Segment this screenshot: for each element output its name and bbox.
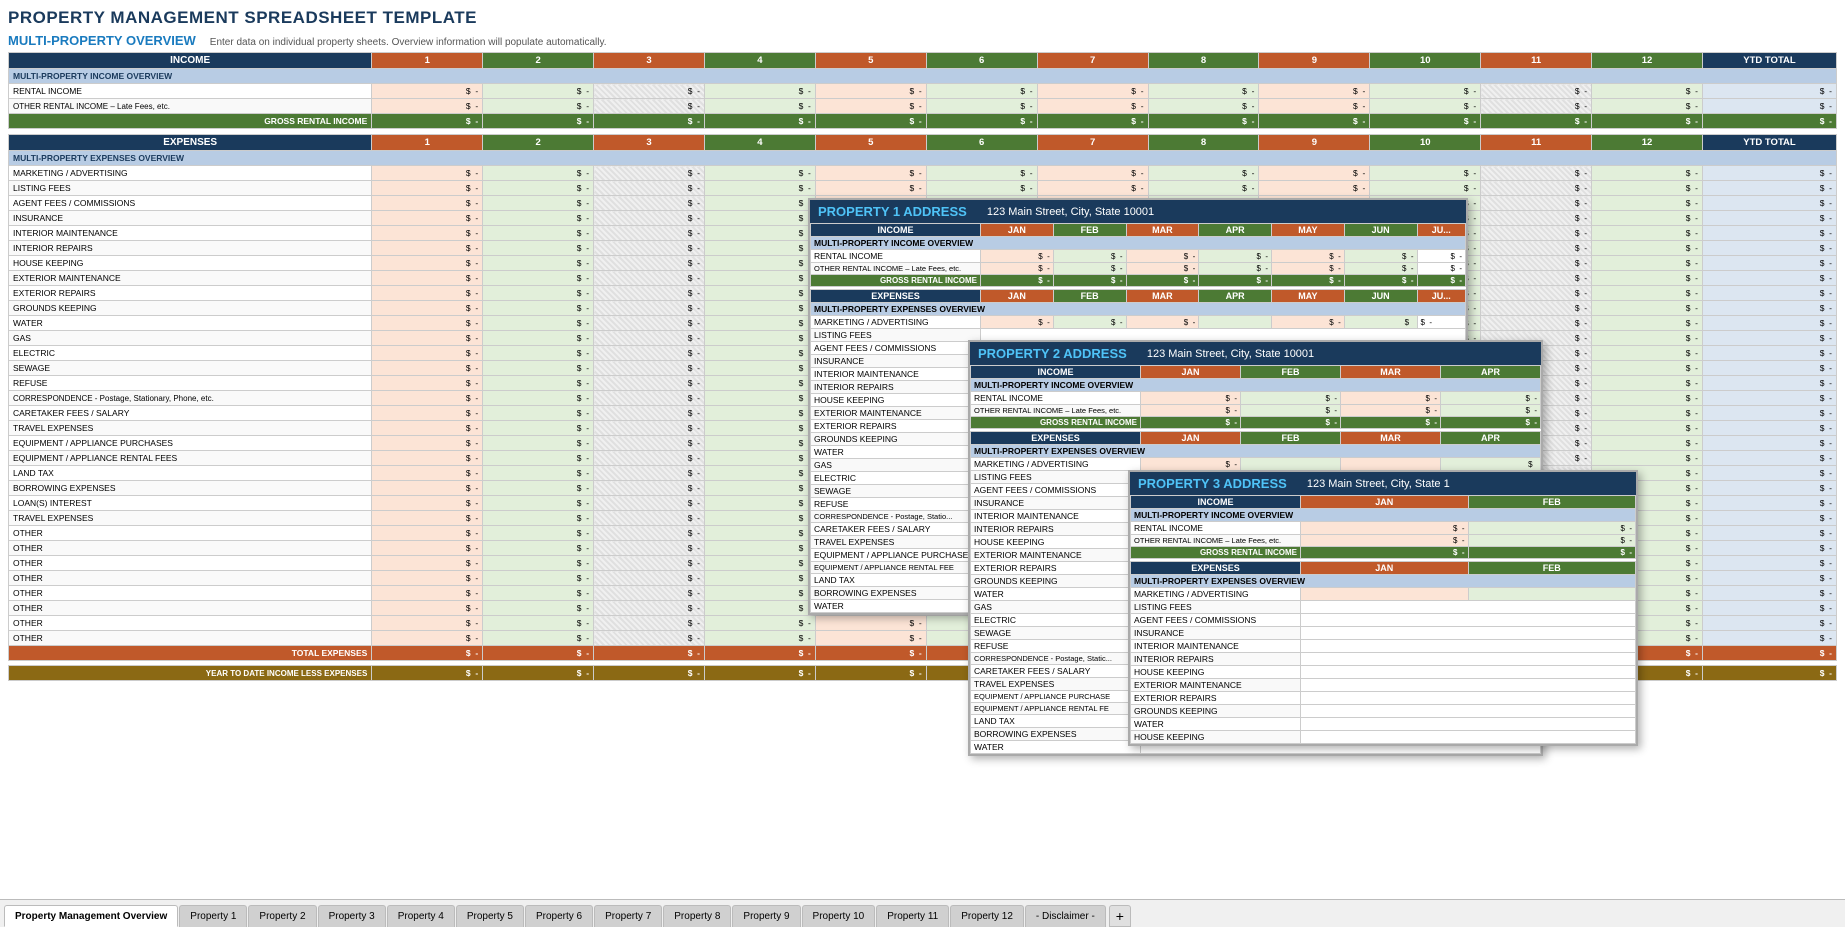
tab-property-1[interactable]: Property 1 (179, 905, 247, 927)
exp-row-1: MARKETING / ADVERTISING$ -$ -$ -$ -$ -$ … (9, 166, 1837, 181)
property1-address: 123 Main Street, City, State 10001 (987, 206, 1154, 218)
page-title: PROPERTY MANAGEMENT SPREADSHEET TEMPLATE (8, 8, 1837, 28)
property1-title: PROPERTY 1 ADDRESS (818, 204, 967, 219)
tab-bar: Property Management Overview Property 1 … (0, 899, 1845, 927)
col-7: 7 (1037, 53, 1148, 69)
expenses-section-row: MULTI-PROPERTY EXPENSES OVERVIEW (9, 151, 1837, 166)
tab-property-8[interactable]: Property 8 (663, 905, 731, 927)
tab-property-6[interactable]: Property 6 (525, 905, 593, 927)
tab-property-management-overview[interactable]: Property Management Overview (4, 905, 178, 927)
tab-property-5[interactable]: Property 5 (456, 905, 524, 927)
income-section-row: MULTI-PROPERTY INCOME OVERVIEW (9, 69, 1837, 84)
col-8: 8 (1148, 53, 1259, 69)
col-3: 3 (594, 53, 705, 69)
property2-header: PROPERTY 2 ADDRESS 123 Main Street, City… (970, 342, 1541, 365)
col-5: 5 (815, 53, 926, 69)
tab-property-3[interactable]: Property 3 (318, 905, 386, 927)
tab-property-9[interactable]: Property 9 (732, 905, 800, 927)
tab-property-7[interactable]: Property 7 (594, 905, 662, 927)
col-12: 12 (1592, 53, 1703, 69)
tab-property-11[interactable]: Property 11 (876, 905, 949, 927)
gross-rental-income-row: GROSS RENTAL INCOME $ - $ - $ - $ - $ - … (9, 114, 1837, 129)
tab-add-button[interactable]: + (1109, 905, 1131, 927)
income-header: INCOME (9, 53, 372, 69)
col-4: 4 (704, 53, 815, 69)
property2-title: PROPERTY 2 ADDRESS (978, 346, 1127, 361)
tab-disclaimer[interactable]: - Disclaimer - (1025, 905, 1106, 927)
property3-title: PROPERTY 3 ADDRESS (1138, 476, 1287, 491)
tab-property-10[interactable]: Property 10 (802, 905, 876, 927)
col-9: 9 (1259, 53, 1370, 69)
overview-subtitle: Enter data on individual property sheets… (210, 37, 607, 48)
property2-address: 123 Main Street, City, State 10001 (1147, 348, 1314, 360)
property3-sheet: PROPERTY 3 ADDRESS 123 Main Street, City… (1128, 470, 1638, 746)
property3-address: 123 Main Street, City, State 1 (1307, 478, 1450, 490)
other-rental-income-row: OTHER RENTAL INCOME – Late Fees, etc. $ … (9, 99, 1837, 114)
rental-income-row: RENTAL INCOME $ - $ - $ - $ - $ - $ - $ … (9, 84, 1837, 99)
property3-table: INCOME JAN FEB MULTI-PROPERTY INCOME OVE… (1130, 495, 1636, 744)
property1-header: PROPERTY 1 ADDRESS 123 Main Street, City… (810, 200, 1466, 223)
tab-property-4[interactable]: Property 4 (387, 905, 455, 927)
col-1: 1 (372, 53, 483, 69)
tab-property-2[interactable]: Property 2 (248, 905, 316, 927)
col-11: 11 (1481, 53, 1592, 69)
property3-header: PROPERTY 3 ADDRESS 123 Main Street, City… (1130, 472, 1636, 495)
col-10: 10 (1370, 53, 1481, 69)
col-ytd: YTD TOTAL (1702, 53, 1836, 69)
tab-property-12[interactable]: Property 12 (950, 905, 1024, 927)
col-2: 2 (483, 53, 594, 69)
col-6: 6 (926, 53, 1037, 69)
expenses-header: EXPENSES (9, 135, 372, 151)
overview-title: MULTI-PROPERTY OVERVIEW (8, 33, 196, 48)
exp-row-2: LISTING FEES$ -$ -$ -$ -$ -$ -$ -$ -$ -$… (9, 181, 1837, 196)
